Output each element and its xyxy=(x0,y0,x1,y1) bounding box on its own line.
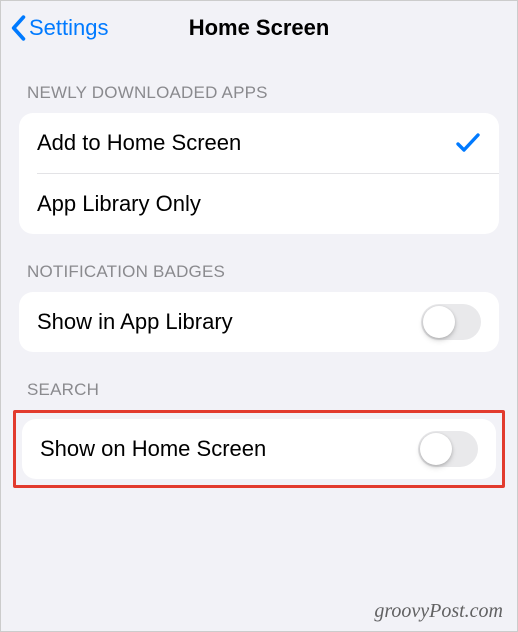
toggle-knob xyxy=(420,433,452,465)
search-list: Show on Home Screen xyxy=(22,419,496,479)
content-area: NEWLY DOWNLOADED APPS Add to Home Screen… xyxy=(1,55,517,488)
back-label: Settings xyxy=(29,15,109,41)
section-header-newly-downloaded: NEWLY DOWNLOADED APPS xyxy=(19,55,499,113)
option-label: Add to Home Screen xyxy=(37,130,241,156)
toggle-switch[interactable] xyxy=(418,431,478,467)
back-button[interactable]: Settings xyxy=(9,15,109,41)
highlight-annotation: Show on Home Screen xyxy=(13,410,505,488)
chevron-left-icon xyxy=(9,15,27,41)
toggle-show-on-home-screen[interactable]: Show on Home Screen xyxy=(22,419,496,479)
toggle-switch[interactable] xyxy=(421,304,481,340)
option-label: App Library Only xyxy=(37,191,201,217)
toggle-knob xyxy=(423,306,455,338)
toggle-label: Show on Home Screen xyxy=(40,436,266,462)
toggle-show-in-app-library[interactable]: Show in App Library xyxy=(19,292,499,352)
watermark-text: groovyPost.com xyxy=(374,600,503,623)
page-title: Home Screen xyxy=(189,15,330,41)
newly-downloaded-list: Add to Home Screen App Library Only xyxy=(19,113,499,234)
settings-screen: Settings Home Screen NEWLY DOWNLOADED AP… xyxy=(0,0,518,632)
option-add-to-home-screen[interactable]: Add to Home Screen xyxy=(19,113,499,173)
option-app-library-only[interactable]: App Library Only xyxy=(19,174,499,234)
notification-badges-list: Show in App Library xyxy=(19,292,499,352)
section-header-notification-badges: NOTIFICATION BADGES xyxy=(19,234,499,292)
navigation-bar: Settings Home Screen xyxy=(1,1,517,55)
section-header-search: SEARCH xyxy=(19,352,499,410)
toggle-label: Show in App Library xyxy=(37,309,233,335)
checkmark-icon xyxy=(455,131,481,155)
